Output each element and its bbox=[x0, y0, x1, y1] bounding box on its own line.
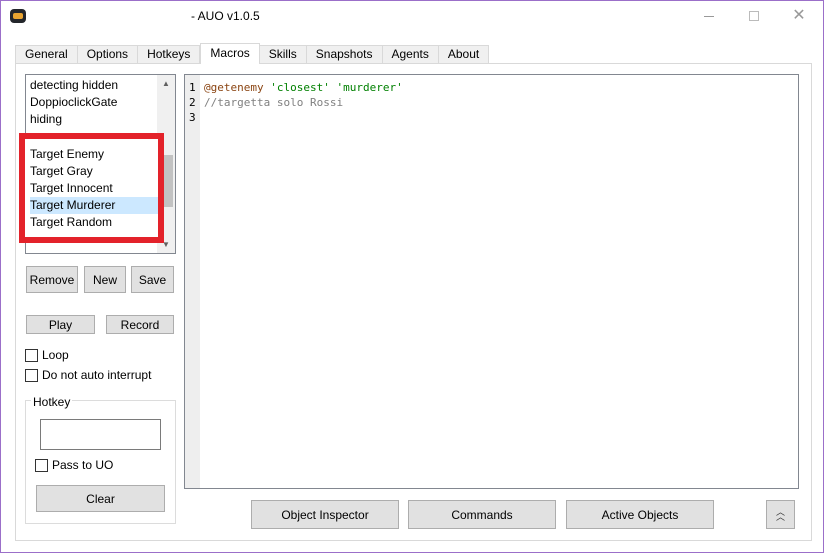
code-argument: 'closest' bbox=[270, 81, 330, 94]
hotkey-input[interactable] bbox=[40, 419, 161, 450]
code-argument: 'murderer' bbox=[336, 81, 403, 94]
object-inspector-button[interactable]: Object Inspector bbox=[251, 500, 399, 529]
record-button[interactable]: Record bbox=[106, 315, 174, 334]
list-item[interactable]: Target Random bbox=[30, 214, 112, 231]
line-number: 2 bbox=[189, 96, 196, 109]
maximize-icon bbox=[749, 11, 759, 21]
tab-strip: General Options Hotkeys Macros Skills Sn… bbox=[15, 43, 490, 64]
line-gutter bbox=[185, 75, 200, 488]
close-button[interactable]: ✕ bbox=[777, 3, 821, 29]
clear-button[interactable]: Clear bbox=[36, 485, 165, 512]
maximize-button[interactable] bbox=[732, 3, 776, 29]
tab-agents[interactable]: Agents bbox=[382, 45, 439, 64]
tab-general[interactable]: General bbox=[15, 45, 78, 64]
tab-hotkeys[interactable]: Hotkeys bbox=[138, 45, 201, 64]
new-button[interactable]: New bbox=[84, 266, 126, 293]
macro-editor[interactable]: 1 2 3 @getenemy 'closest' 'murderer' //t… bbox=[184, 74, 799, 489]
do-not-auto-interrupt-label: Do not auto interrupt bbox=[42, 368, 152, 382]
pass-to-uo-checkbox[interactable]: Pass to UO bbox=[35, 458, 113, 472]
tab-about[interactable]: About bbox=[438, 45, 490, 64]
app-logo-icon bbox=[10, 9, 26, 23]
line-number: 3 bbox=[189, 111, 196, 124]
loop-checkbox[interactable]: Loop bbox=[25, 348, 69, 362]
save-button[interactable]: Save bbox=[131, 266, 174, 293]
double-chevron-up-icon: ︿ ︿ bbox=[775, 506, 785, 522]
tab-snapshots[interactable]: Snapshots bbox=[306, 45, 383, 64]
list-item[interactable]: detecting hidden bbox=[30, 77, 118, 94]
play-button[interactable]: Play bbox=[26, 315, 95, 334]
hotkey-legend: Hotkey bbox=[31, 395, 73, 409]
list-item[interactable]: Target Gray bbox=[30, 163, 93, 180]
list-item[interactable]: DoppioclickGate bbox=[30, 94, 117, 111]
checkbox-icon bbox=[35, 458, 48, 472]
active-objects-button[interactable]: Active Objects bbox=[566, 500, 714, 529]
list-item[interactable]: Target Enemy bbox=[30, 146, 104, 163]
close-icon: ✕ bbox=[792, 7, 806, 24]
code-line-1: @getenemy 'closest' 'murderer' bbox=[204, 81, 403, 94]
list-item[interactable]: Target Innocent bbox=[30, 180, 113, 197]
highlight-annotation: Target Enemy Target Gray Target Innocent… bbox=[19, 133, 164, 243]
line-number: 1 bbox=[189, 81, 196, 94]
scroll-up-icon[interactable]: ▲ bbox=[157, 75, 175, 92]
app-window: - AUO v1.0.5 ✕ General Options Hotkeys M… bbox=[0, 0, 824, 553]
list-item-selected[interactable]: Target Murderer bbox=[30, 197, 158, 214]
window-title: - AUO v1.0.5 bbox=[191, 9, 260, 23]
loop-label: Loop bbox=[42, 348, 69, 362]
pass-to-uo-label: Pass to UO bbox=[52, 458, 114, 472]
checkbox-icon bbox=[25, 368, 38, 382]
minimize-button[interactable] bbox=[687, 3, 731, 29]
code-command: @getenemy bbox=[204, 81, 264, 94]
checkbox-icon bbox=[25, 348, 38, 362]
list-item[interactable]: hiding bbox=[30, 111, 62, 128]
tab-macros[interactable]: Macros bbox=[200, 43, 260, 64]
minimize-icon bbox=[704, 15, 714, 17]
tab-skills[interactable]: Skills bbox=[259, 45, 307, 64]
code-line-2: //targetta solo Rossi bbox=[204, 96, 344, 109]
tab-options[interactable]: Options bbox=[77, 45, 139, 64]
commands-button[interactable]: Commands bbox=[408, 500, 556, 529]
remove-button[interactable]: Remove bbox=[26, 266, 78, 293]
expand-button[interactable]: ︿ ︿ bbox=[766, 500, 795, 529]
title-bar[interactable]: - AUO v1.0.5 ✕ bbox=[1, 1, 823, 31]
do-not-auto-interrupt-checkbox[interactable]: Do not auto interrupt bbox=[25, 368, 151, 382]
